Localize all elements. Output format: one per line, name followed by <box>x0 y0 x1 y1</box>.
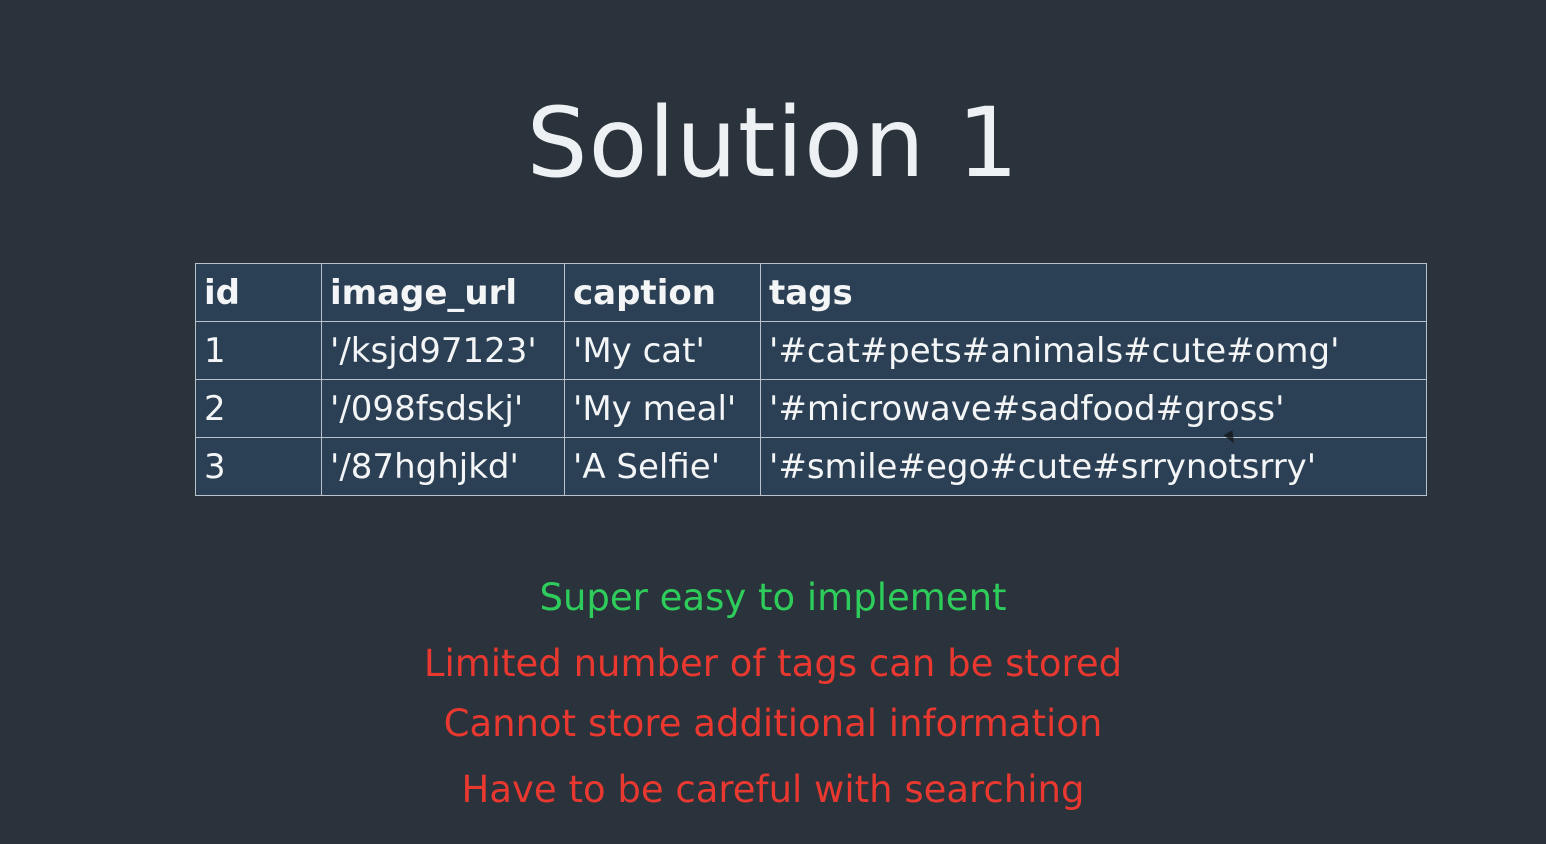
cell-id: 3 <box>195 437 322 496</box>
cell-image-url: '/87hghjkd' <box>321 437 565 496</box>
table-header-row: id image_url caption tags <box>195 263 1427 322</box>
table-row: 3 '/87hghjkd' 'A Selfie' '#smile#ego#cut… <box>195 437 1427 496</box>
photos-table: id image_url caption tags 1 '/ksjd97123'… <box>195 263 1427 496</box>
cell-tags: '#microwave#sadfood#gross' <box>760 379 1427 438</box>
cell-caption: 'My cat' <box>564 321 761 380</box>
slide-title: Solution 1 <box>526 87 1020 199</box>
cell-id: 2 <box>195 379 322 438</box>
pro-note: Super easy to implement <box>539 576 1007 619</box>
cell-tags: '#smile#ego#cute#srrynotsrry' <box>760 437 1427 496</box>
cell-caption: 'My meal' <box>564 379 761 438</box>
table-row: 2 '/098fsdskj' 'My meal' '#microwave#sad… <box>195 379 1427 438</box>
con-note: Limited number of tags can be stored <box>423 642 1123 685</box>
column-header-image-url: image_url <box>321 263 565 322</box>
cell-tags: '#cat#pets#animals#cute#omg' <box>760 321 1427 380</box>
cell-image-url: '/098fsdskj' <box>321 379 565 438</box>
cell-caption: 'A Selfie' <box>564 437 761 496</box>
table-row: 1 '/ksjd97123' 'My cat' '#cat#pets#anima… <box>195 321 1427 380</box>
column-header-id: id <box>195 263 322 322</box>
cell-image-url: '/ksjd97123' <box>321 321 565 380</box>
column-header-caption: caption <box>564 263 761 322</box>
column-header-tags: tags <box>760 263 1427 322</box>
con-note: Have to be careful with searching <box>461 768 1085 811</box>
cell-id: 1 <box>195 321 322 380</box>
con-note: Cannot store additional information <box>443 702 1103 745</box>
